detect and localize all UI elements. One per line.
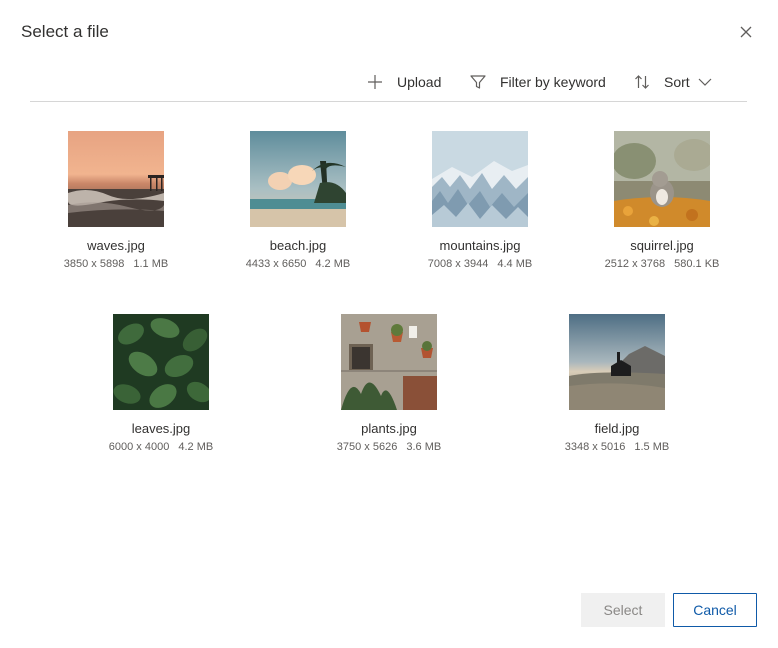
- filter-icon: [469, 73, 487, 91]
- file-dimensions: 3348 x 5016: [564, 441, 626, 453]
- chevron-down-icon: [698, 75, 712, 89]
- file-name: field.jpg: [594, 421, 640, 436]
- file-meta: 6000 x 4000 4.2 MB: [71, 441, 251, 453]
- file-name: squirrel.jpg: [630, 238, 694, 253]
- file-size: 4.2 MB: [315, 258, 351, 270]
- file-size: 1.5 MB: [634, 441, 670, 453]
- sort-label: Sort: [664, 74, 690, 90]
- leaves-thumbnail: [113, 314, 209, 410]
- cancel-button[interactable]: Cancel: [673, 593, 757, 627]
- squirrel-thumbnail: [614, 131, 710, 227]
- file-picker-dialog: Select a file Upload Filter by keyword S…: [0, 0, 778, 648]
- file-meta: 2512 x 3768 580.1 KB: [572, 258, 752, 270]
- file-name: beach.jpg: [269, 238, 327, 253]
- file-dimensions: 6000 x 4000: [108, 441, 170, 453]
- waves-thumbnail: [68, 131, 164, 227]
- toolbar: Upload Filter by keyword Sort: [30, 68, 747, 102]
- upload-button[interactable]: Upload: [366, 68, 441, 96]
- file-size: 580.1 KB: [674, 258, 720, 270]
- file-dimensions: 4433 x 6650: [245, 258, 307, 270]
- file-meta: 3750 x 5626 3.6 MB: [299, 441, 479, 453]
- file-meta: 7008 x 3944 4.4 MB: [390, 258, 570, 270]
- file-meta: 3850 x 5898 1.1 MB: [26, 258, 206, 270]
- close-icon[interactable]: [737, 23, 755, 41]
- file-meta: 3348 x 5016 1.5 MB: [527, 441, 707, 453]
- file-dimensions: 3750 x 5626: [336, 441, 398, 453]
- file-size: 4.2 MB: [178, 441, 214, 453]
- mountains-thumbnail: [432, 131, 528, 227]
- dialog-title: Select a file: [21, 22, 109, 41]
- plants-thumbnail: [341, 314, 437, 410]
- file-name: leaves.jpg: [131, 421, 191, 436]
- upload-label: Upload: [397, 74, 442, 90]
- file-dimensions: 7008 x 3944: [427, 258, 489, 270]
- file-item-plants[interactable]: plants.jpg 3750 x 5626 3.6 MB: [299, 314, 479, 453]
- file-name: plants.jpg: [361, 421, 417, 436]
- field-thumbnail: [569, 314, 665, 410]
- file-meta: 4433 x 6650 4.2 MB: [208, 258, 388, 270]
- file-dimensions: 2512 x 3768: [604, 258, 666, 270]
- filter-label: Filter by keyword: [500, 74, 606, 90]
- plus-icon: [366, 73, 384, 91]
- file-item-waves[interactable]: waves.jpg 3850 x 5898 1.1 MB: [26, 131, 206, 270]
- file-name: mountains.jpg: [439, 238, 521, 253]
- file-item-beach[interactable]: beach.jpg 4433 x 6650 4.2 MB: [208, 131, 388, 270]
- sort-button[interactable]: Sort: [633, 68, 712, 96]
- file-item-mountains[interactable]: mountains.jpg 7008 x 3944 4.4 MB: [390, 131, 570, 270]
- file-item-leaves[interactable]: leaves.jpg 6000 x 4000 4.2 MB: [71, 314, 251, 453]
- filter-button[interactable]: Filter by keyword: [469, 68, 606, 96]
- beach-thumbnail: [250, 131, 346, 227]
- file-size: 4.4 MB: [497, 258, 533, 270]
- select-button[interactable]: Select: [581, 593, 665, 627]
- file-item-squirrel[interactable]: squirrel.jpg 2512 x 3768 580.1 KB: [572, 131, 752, 270]
- sort-icon: [633, 73, 651, 91]
- file-dimensions: 3850 x 5898: [63, 258, 125, 270]
- file-size: 1.1 MB: [133, 258, 169, 270]
- file-item-field[interactable]: field.jpg 3348 x 5016 1.5 MB: [527, 314, 707, 453]
- file-name: waves.jpg: [87, 238, 145, 253]
- file-size: 3.6 MB: [406, 441, 442, 453]
